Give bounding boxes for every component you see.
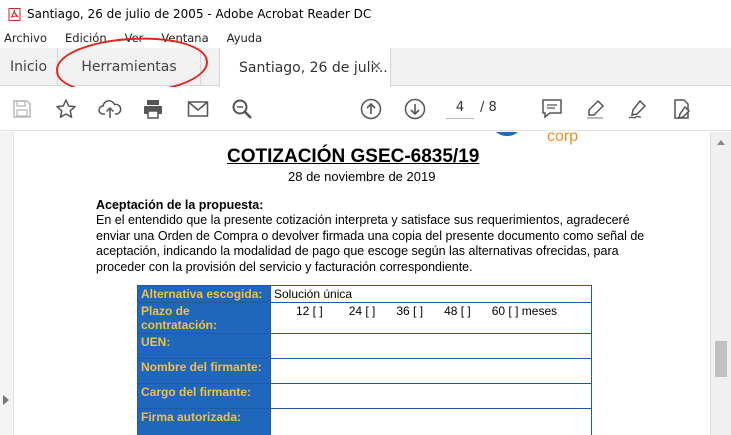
save-icon[interactable]: [9, 96, 35, 122]
document-date: 28 de noviembre de 2019: [288, 169, 436, 184]
cargo-label: Cargo del firmante:: [137, 383, 271, 409]
acrobat-icon: [7, 7, 21, 21]
acceptance-form-table: Alternativa escogida: Solución única Pla…: [137, 285, 592, 435]
table-row: Nombre del firmante:: [137, 358, 592, 384]
scrollbar-thumb[interactable]: [715, 341, 727, 377]
firma-field[interactable]: [270, 408, 592, 435]
plazo-option-24[interactable]: 24 [ ]: [349, 304, 376, 318]
menu-edicion[interactable]: Edición: [65, 31, 107, 45]
cargo-field[interactable]: [270, 383, 592, 409]
scroll-up-arrow-icon[interactable]: [717, 140, 725, 145]
nombre-field[interactable]: [270, 358, 592, 384]
alternativa-label: Alternativa escogida:: [137, 285, 271, 303]
table-row: UEN:: [137, 333, 592, 359]
highlight-pen-icon[interactable]: [582, 96, 608, 122]
section-heading: Aceptación de la propuesta:: [96, 198, 264, 212]
menu-bar: Archivo Edición Ver Ventana Ayuda: [0, 28, 731, 48]
previous-page-icon[interactable]: [358, 96, 384, 122]
next-page-icon[interactable]: [402, 96, 428, 122]
uen-label: UEN:: [137, 333, 271, 359]
sign-icon[interactable]: [625, 96, 651, 122]
comment-icon[interactable]: [539, 96, 565, 122]
tab-inicio[interactable]: Inicio: [0, 48, 58, 86]
document-page: corp COTIZACIÓN GSEC-6835/19 28 de novie…: [14, 132, 710, 435]
page-total: / 8: [480, 100, 497, 115]
tab-herramientas[interactable]: Herramientas: [58, 48, 201, 86]
plazo-label: Plazo de contratación:: [137, 302, 271, 334]
print-icon[interactable]: [140, 96, 166, 122]
plazo-option-60[interactable]: 60 [ ] meses: [492, 304, 557, 318]
table-row: Cargo del firmante:: [137, 383, 592, 409]
tab-bar: Inicio Herramientas Santiago, 26 de juli…: [0, 48, 731, 87]
firma-label: Firma autorizada:: [137, 408, 271, 435]
fill-sign-icon[interactable]: [669, 96, 695, 122]
title-bar: Santiago, 26 de julio de 2005 - Adobe Ac…: [0, 0, 731, 28]
close-tab-icon[interactable]: ×: [371, 59, 382, 74]
menu-ventana[interactable]: Ventana: [161, 31, 208, 45]
expand-arrow-icon[interactable]: [3, 395, 9, 405]
tab-document-label: Santiago, 26 de juli...: [239, 59, 388, 76]
email-icon[interactable]: [185, 96, 211, 122]
menu-archivo[interactable]: Archivo: [4, 31, 47, 45]
toolbar: 4 / 8: [0, 87, 731, 131]
plazo-options: 12 [ ] 24 [ ] 36 [ ] 48 [ ] 60 [ ] meses: [270, 302, 592, 334]
acceptance-paragraph: En el entendido que la presente cotizaci…: [96, 213, 645, 274]
star-icon[interactable]: [53, 96, 79, 122]
page-number-input[interactable]: 4: [446, 97, 474, 119]
vertical-scrollbar[interactable]: [710, 132, 731, 435]
plazo-option-48[interactable]: 48 [ ]: [444, 304, 471, 318]
side-panel-toggle[interactable]: [0, 132, 14, 435]
document-title: COTIZACIÓN GSEC-6835/19: [227, 146, 480, 167]
plazo-option-12[interactable]: 12 [ ]: [296, 304, 323, 318]
table-row: Alternativa escogida: Solución única: [137, 285, 592, 303]
alternativa-value: Solución única: [270, 285, 592, 303]
table-row: Plazo de contratación: 12 [ ] 24 [ ] 36 …: [137, 302, 592, 334]
cloud-upload-icon[interactable]: [97, 96, 123, 122]
window-title: Santiago, 26 de julio de 2005 - Adobe Ac…: [27, 7, 372, 21]
table-row: Firma autorizada:: [137, 408, 592, 435]
company-logo-text: corp: [547, 132, 579, 145]
tab-document[interactable]: Santiago, 26 de juli... ×: [219, 48, 391, 87]
menu-ver[interactable]: Ver: [125, 31, 144, 45]
company-logo-icon: [494, 132, 520, 136]
search-icon[interactable]: [229, 96, 255, 122]
menu-ayuda[interactable]: Ayuda: [227, 31, 263, 45]
uen-field[interactable]: [270, 333, 592, 359]
plazo-option-36[interactable]: 36 [ ]: [396, 304, 423, 318]
nombre-label: Nombre del firmante:: [137, 358, 271, 384]
